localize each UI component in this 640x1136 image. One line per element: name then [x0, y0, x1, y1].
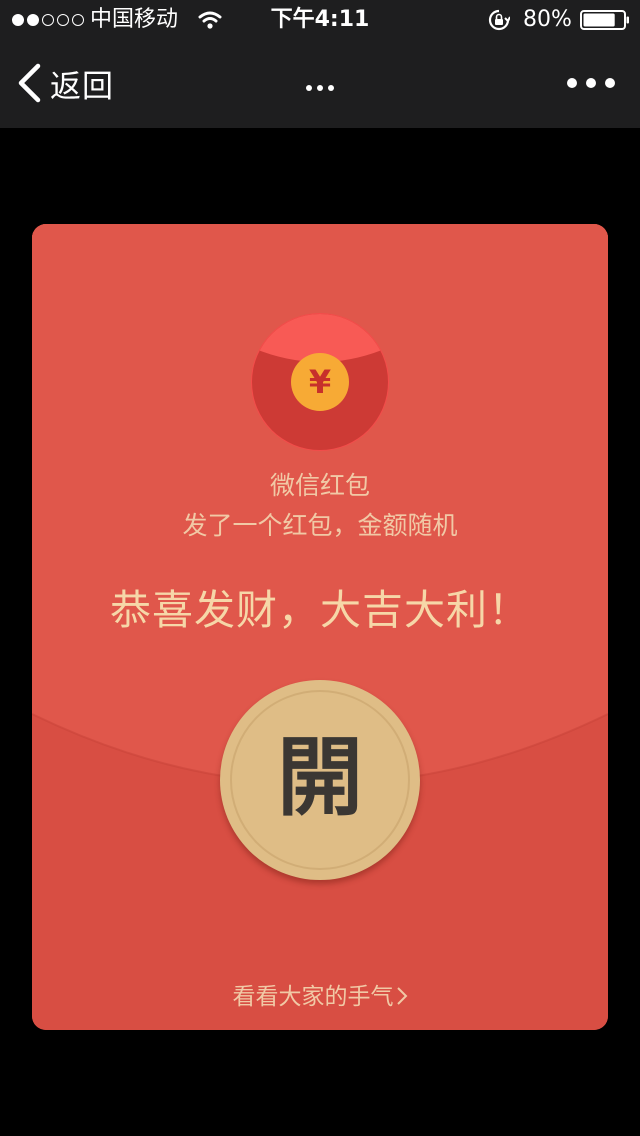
open-button-label: 開	[277, 727, 363, 828]
back-button[interactable]: 返回	[16, 60, 114, 106]
loading-dots-icon	[306, 85, 334, 91]
yuan-symbol: ¥	[309, 363, 331, 401]
back-label: 返回	[50, 68, 114, 105]
status-bar: 中国移动 下午4:11 80%	[0, 0, 640, 40]
envelope-subtitle: 发了一个红包，金额随机	[182, 511, 458, 540]
battery-icon	[580, 10, 629, 30]
navigation-bar: 返回	[0, 40, 640, 128]
view-luck-label: 看看大家的手气	[232, 984, 394, 1010]
yuan-coin-icon: ¥	[251, 313, 389, 451]
view-luck-link[interactable]: 看看大家的手气	[32, 980, 608, 1014]
chevron-left-icon	[18, 63, 41, 103]
greeting-message: 恭喜发财，大吉大利！	[110, 586, 530, 634]
more-icon[interactable]	[560, 66, 622, 100]
open-button[interactable]: 開	[220, 680, 420, 880]
red-envelope-card: ¥ 微信红包 发了一个红包，金额随机 恭喜发财，大吉大利！ 開 看看大家的手气	[32, 224, 608, 1030]
chevron-right-icon	[396, 987, 407, 1005]
sender-name: 微信红包	[269, 471, 370, 500]
rotation-lock-icon	[488, 9, 510, 31]
battery-percent: 80%	[523, 7, 572, 32]
